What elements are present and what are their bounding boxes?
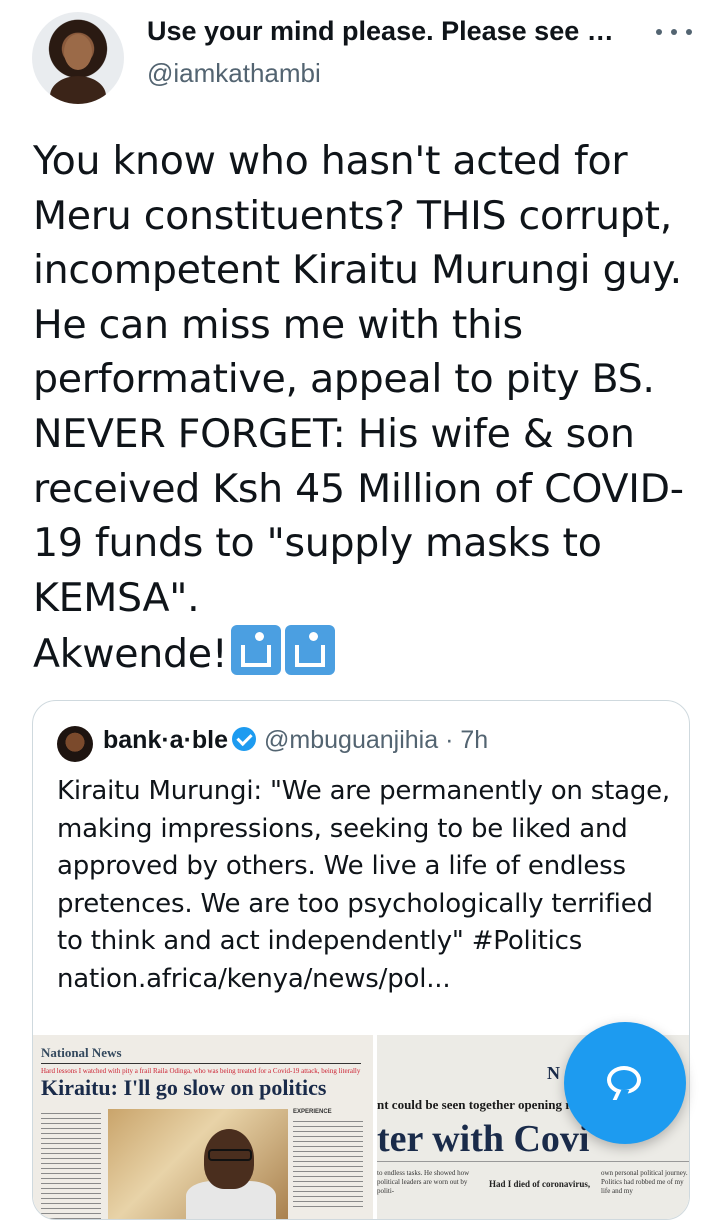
- newspaper-photo: [108, 1109, 288, 1219]
- tweet-body: You know who hasn't acted for Meru const…: [33, 138, 684, 621]
- verified-badge-icon: [232, 727, 257, 751]
- quoted-name: bank·a·ble: [103, 726, 229, 754]
- quoted-tweet[interactable]: bank·a·ble @mbuguanjihia · 7h Kiraitu Mur…: [32, 700, 690, 1220]
- newspaper-sidebar: EXPERIENCE: [293, 1109, 363, 1219]
- tweet-last-line: Akwende!: [33, 625, 703, 682]
- author-handle[interactable]: @iamkathambi: [147, 58, 321, 89]
- quoted-header: bank·a·ble @mbuguanjihia · 7h: [103, 726, 488, 755]
- newspaper-kicker: Hard lessons I watched with pity a frail…: [41, 1067, 361, 1075]
- newspaper-right-col-mid: Had I died of coronavirus,: [489, 1179, 591, 1189]
- newspaper-right-headline: ter with Covi: [377, 1118, 590, 1160]
- author-display-name[interactable]: Use your mind please. Please see s...: [147, 16, 617, 47]
- put-litter-in-its-place-icon: [285, 625, 336, 676]
- newspaper-sidebar-label: EXPERIENCE: [293, 1109, 332, 1115]
- author-avatar[interactable]: [32, 12, 124, 104]
- newspaper-section: National News: [41, 1045, 122, 1060]
- quoted-text: Kiraitu Murungi: "We are permanently on …: [57, 776, 670, 994]
- tweet-exclamation: Akwende!: [33, 631, 228, 678]
- quoted-avatar: [57, 726, 93, 762]
- newspaper-right-letter: N: [547, 1063, 560, 1083]
- newspaper-column: [41, 1109, 101, 1219]
- quoted-image-left[interactable]: National News Hard lessons I watched wit…: [33, 1035, 373, 1219]
- compose-reply-button[interactable]: [564, 1022, 686, 1144]
- compose-reply-icon: [607, 1066, 641, 1094]
- put-litter-in-its-place-icon: [231, 625, 282, 676]
- more-options-icon[interactable]: [656, 20, 692, 44]
- tweet-text: You know who hasn't acted for Meru const…: [33, 134, 703, 682]
- quoted-handle-time: @mbuguanjihia · 7h: [264, 726, 489, 754]
- newspaper-headline: Kiraitu: I'll go slow on politics: [41, 1075, 327, 1100]
